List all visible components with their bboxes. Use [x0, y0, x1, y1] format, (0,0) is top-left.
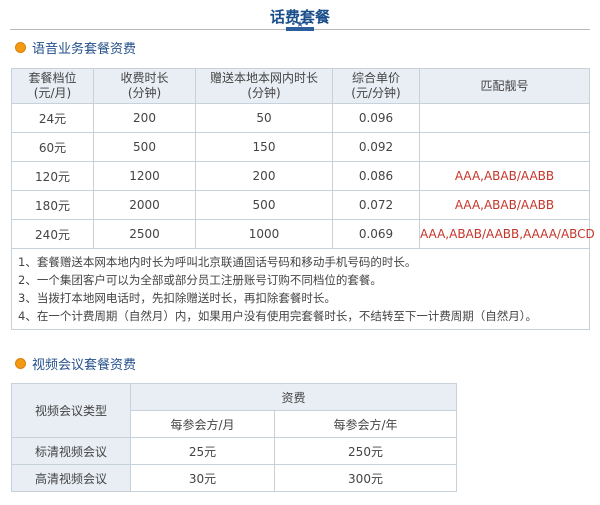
voice-plan-table: 套餐档位 (元/月) 收费时长 (分钟) 赠送本地本网内时长 (分钟) 综合单价 (元/…	[11, 68, 595, 330]
cell-price: 0.086	[332, 161, 420, 191]
header-minutes: 收费时长 (分钟)	[93, 68, 196, 104]
cell-price: 0.069	[332, 219, 420, 249]
cell-numbers: AAA,ABAB/AABB	[419, 161, 590, 191]
table-row: 120元 1200 200 0.086 AAA,ABAB/AABB	[11, 161, 590, 191]
star-icon: •★•	[290, 20, 310, 30]
notes-row: 1、套餐赠送本网本地内时长为呼叫北京联通固话号码和移动手机号码的时长。 2、一个…	[11, 248, 590, 330]
cell-minutes: 2500	[93, 219, 196, 249]
video-section-title: 视频会议套餐资费	[32, 358, 137, 373]
header-numbers: 匹配靓号	[419, 68, 590, 104]
table-header-row: 套餐档位 (元/月) 收费时长 (分钟) 赠送本地本网内时长 (分钟) 综合单价 (元/…	[11, 68, 590, 104]
bullet-dot-icon	[15, 42, 26, 53]
cell-price: 0.096	[332, 103, 420, 133]
header-fee: 资费	[129, 383, 458, 411]
cell-bonus: 200	[195, 161, 333, 191]
header-bonus: 赠送本地本网内时长 (分钟)	[195, 68, 333, 104]
header-price: 综合单价 (元/分钟)	[332, 68, 420, 104]
cell-video-type: 高清视频会议	[11, 464, 131, 492]
cell-year-fee: 300元	[273, 464, 458, 492]
cell-numbers	[419, 103, 590, 133]
cell-numbers	[419, 132, 590, 162]
cell-tier: 60元	[11, 132, 94, 162]
cell-minutes: 2000	[93, 190, 196, 220]
header-tier: 套餐档位 (元/月)	[11, 68, 94, 104]
bullet-dot-icon	[15, 358, 26, 369]
notes-cell: 1、套餐赠送本网本地内时长为呼叫北京联通固话号码和移动手机号码的时长。 2、一个…	[11, 248, 590, 330]
cell-minutes: 500	[93, 132, 196, 162]
page-header: 话费套餐 •★•	[0, 0, 600, 34]
header-video-type: 视频会议类型	[11, 383, 131, 438]
cell-numbers: AAA,ABAB/AABB,AAAA/ABCD	[419, 219, 595, 249]
note-item: 3、当拨打本地网电话时，先扣除赠送时长，再扣除套餐时长。	[18, 291, 336, 305]
table-row: 240元 2500 1000 0.069 AAA,ABAB/AABB,AAAA/…	[11, 219, 595, 249]
table-row: 标清视频会议 25元 250元	[11, 437, 458, 465]
table-row: 高清视频会议 30元 300元	[11, 464, 458, 492]
cell-year-fee: 250元	[273, 437, 458, 465]
note-item: 2、一个集团客户可以为全部或部分员工注册账号订购不同档位的套餐。	[18, 273, 382, 287]
header-per-month: 每参会方/月	[130, 410, 275, 438]
table-row: 24元 200 50 0.096	[11, 103, 590, 133]
cell-minutes: 200	[93, 103, 196, 133]
cell-tier: 240元	[11, 219, 94, 249]
cell-bonus: 50	[195, 103, 333, 133]
cell-tier: 24元	[11, 103, 94, 133]
note-item: 1、套餐赠送本网本地内时长为呼叫北京联通固话号码和移动手机号码的时长。	[18, 255, 417, 269]
cell-bonus: 500	[195, 190, 333, 220]
table-row: 180元 2000 500 0.072 AAA,ABAB/AABB	[11, 190, 590, 220]
cell-tier: 120元	[11, 161, 94, 191]
cell-bonus: 150	[195, 132, 333, 162]
cell-numbers: AAA,ABAB/AABB	[419, 190, 590, 220]
cell-tier: 180元	[11, 190, 94, 220]
table-header-row: 视频会议类型 资费	[11, 383, 458, 438]
table-row: 60元 500 150 0.092	[11, 132, 590, 162]
cell-bonus: 1000	[195, 219, 333, 249]
cell-price: 0.072	[332, 190, 420, 220]
cell-minutes: 1200	[93, 161, 196, 191]
cell-month-fee: 30元	[130, 464, 275, 492]
video-plan-table: 视频会议类型 资费 每参会方/月 每参会方/年 标清视频会议 25元 250元 …	[11, 383, 458, 492]
voice-section-title: 语音业务套餐资费	[32, 42, 137, 57]
cell-video-type: 标清视频会议	[11, 437, 131, 465]
note-item: 4、在一个计费周期（自然月）内，如果用户没有使用完套餐时长，不结转至下一计费周期…	[18, 309, 538, 323]
header-per-year: 每参会方/年	[273, 410, 458, 438]
cell-month-fee: 25元	[130, 437, 275, 465]
cell-price: 0.092	[332, 132, 420, 162]
